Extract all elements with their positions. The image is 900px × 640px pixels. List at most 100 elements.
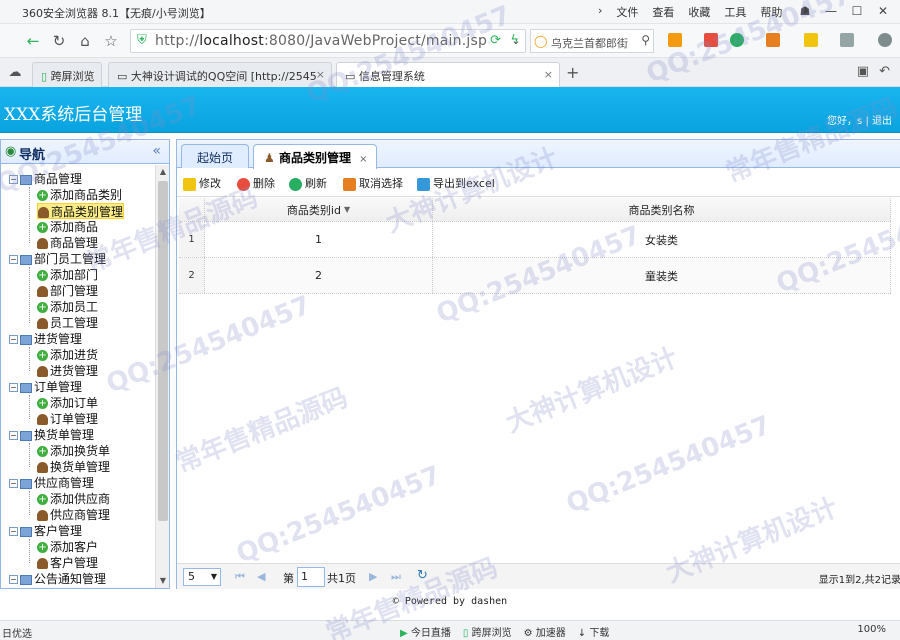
logout-link[interactable]: 退出 [872,116,892,127]
page-size-select[interactable]: 5 ▼ [183,568,221,586]
undo-icon[interactable]: ↶ [879,64,890,79]
tree-group[interactable]: − 商品管理 [9,171,82,187]
tree-item-add[interactable]: + 添加商品类别 [37,187,122,203]
cloud-icon[interactable]: ☁ [4,62,26,84]
search-icon[interactable]: ⚲ [641,33,650,47]
status-accelerator[interactable]: ⚙ 加速器 [524,624,566,639]
tree-item-add[interactable]: + 添加订单 [37,395,98,411]
scroll-down-icon[interactable]: ▼ [156,574,170,588]
tab-category-manage[interactable]: ♟ 商品类别管理 × [253,144,377,169]
menu-view[interactable]: 查看 [652,4,674,20]
collapse-box-icon[interactable]: − [9,575,18,584]
tree-item-add[interactable]: + 添加员工 [37,299,98,315]
sidebar-scrollbar[interactable]: ▲ ▼ [155,165,169,588]
close-icon[interactable]: ✕ [872,2,894,20]
tree-item-add[interactable]: + 添加换货单 [37,443,110,459]
tree-item-manage[interactable]: 客户管理 [37,555,98,571]
table-row[interactable]: 2 2 童装类 [179,258,891,294]
tab-cross-screen[interactable]: ▯ 跨屏浏览 [32,62,102,87]
reload-icon[interactable]: ↻ [48,30,70,52]
tree-item-manage[interactable]: 部门管理 [37,283,98,299]
url-input[interactable]: ⛨ http://localhost:8080/JavaWebProject/m… [130,29,526,53]
money-icon[interactable] [730,33,744,47]
collapse-box-icon[interactable]: − [9,335,18,344]
collapse-box-icon[interactable]: − [9,431,18,440]
first-page-icon[interactable]: ⏮ [235,570,245,584]
tree-group[interactable]: − 公告通知管理 [9,571,106,587]
home-icon[interactable]: ⌂ [74,30,96,52]
sync-icon[interactable]: ⟳ [490,33,501,48]
folder-icon[interactable] [804,33,818,47]
status-cross-screen[interactable]: ▯ 跨屏浏览 [463,624,512,639]
next-page-icon[interactable]: ▶ [369,570,377,583]
tree-item-manage[interactable]: 供应商管理 [37,507,110,523]
star-icon[interactable]: ☆ [100,30,122,52]
status-download[interactable]: ↓ 下载 [578,624,610,639]
scroll-thumb[interactable] [158,181,168,521]
zoom-level[interactable]: 100% [857,624,886,635]
tree-item-add[interactable]: + 添加进货 [37,347,98,363]
status-left[interactable]: 日优选 [2,625,32,640]
tree-group[interactable]: − 换货单管理 [9,427,94,443]
refresh-button[interactable]: 刷新 [289,175,327,191]
tree-item-manage[interactable]: 订单管理 [37,411,98,427]
collapse-box-icon[interactable]: − [9,383,18,392]
minimize-icon[interactable]: — [820,2,842,20]
collapse-box-icon[interactable]: − [9,527,18,536]
status-live[interactable]: ▶ 今日直播 [400,624,451,639]
tree-item-add[interactable]: + 添加商品 [37,219,98,235]
tab-qq-space[interactable]: ▭ 大神设计调试的QQ空间 [http://2545 × [108,62,332,87]
collapse-box-icon[interactable]: − [9,479,18,488]
menu-favorites[interactable]: 收藏 [688,4,710,20]
page-number-input[interactable]: 1 [297,567,325,587]
column-header-name[interactable]: 商品类别名称 [433,198,891,221]
delete-button[interactable]: 删除 [237,175,275,191]
table-row[interactable]: 1 1 女装类 [179,222,891,258]
shirt-icon[interactable]: ☗ [794,2,816,20]
maximize-icon[interactable]: ☐ [846,2,868,20]
tree-group[interactable]: − 客户管理 [9,523,82,539]
menu-tools[interactable]: 工具 [724,4,746,20]
edit-button[interactable]: 修改 [183,175,221,191]
collapse-box-icon[interactable]: − [9,255,18,264]
tab-close-icon[interactable]: × [544,68,553,81]
search-input[interactable]: ◯ 乌克兰首都郎街 ⚲ [530,29,654,53]
pager-refresh-icon[interactable]: ↻ [417,568,428,583]
cancel-select-button[interactable]: 取消选择 [343,175,403,191]
tree-item-add[interactable]: + 添加部门 [37,267,98,283]
tree-group[interactable]: − 订单管理 [9,379,82,395]
mail-icon[interactable] [704,33,718,47]
tree-group[interactable]: − 进货管理 [9,331,82,347]
extension-icon[interactable] [668,33,682,47]
collapse-box-icon[interactable]: − [9,175,18,184]
tree-item-manage[interactable]: 商品管理 [37,235,98,251]
tree-item-manage[interactable]: 进货管理 [37,363,98,379]
collapse-icon[interactable]: « [152,143,161,159]
column-header-id[interactable]: 商品类别id ▼ [205,198,433,221]
menu-help[interactable]: 帮助 [760,4,782,20]
translate-icon[interactable] [766,33,780,47]
tree-group[interactable]: − 供应商管理 [9,475,94,491]
gamepad-icon[interactable] [840,33,854,47]
tab-info-system[interactable]: ▭ 信息管理系统 × [336,62,560,87]
tree-item-add[interactable]: + 添加供应商 [37,491,110,507]
window-icon[interactable]: ▣ [857,64,869,79]
tree-item-add[interactable]: + 添加客户 [37,539,98,555]
menu-arrow-icon[interactable]: › [598,4,602,20]
magnifier-icon[interactable] [878,33,892,47]
last-page-icon[interactable]: ⏭ [391,570,401,584]
prev-page-icon[interactable]: ◀ [257,570,265,583]
tree-item-manage[interactable]: 换货单管理 [37,459,110,475]
tab-close-icon[interactable]: × [359,154,367,165]
scroll-up-icon[interactable]: ▲ [156,165,170,179]
tree-item-manage[interactable]: 员工管理 [37,315,98,331]
new-tab-icon[interactable]: + [566,63,579,82]
tree-group[interactable]: − 部门员工管理 [9,251,106,267]
menu-file[interactable]: 文件 [616,4,638,20]
tab-start-page[interactable]: 起始页 [181,144,249,168]
chevron-down-icon[interactable]: ⌄ [505,30,527,52]
tree-item-manage[interactable]: 商品类别管理 [37,203,125,219]
tab-close-icon[interactable]: × [316,68,325,81]
export-excel-button[interactable]: 导出到excel [417,175,495,191]
back-icon[interactable]: ← [22,30,44,52]
